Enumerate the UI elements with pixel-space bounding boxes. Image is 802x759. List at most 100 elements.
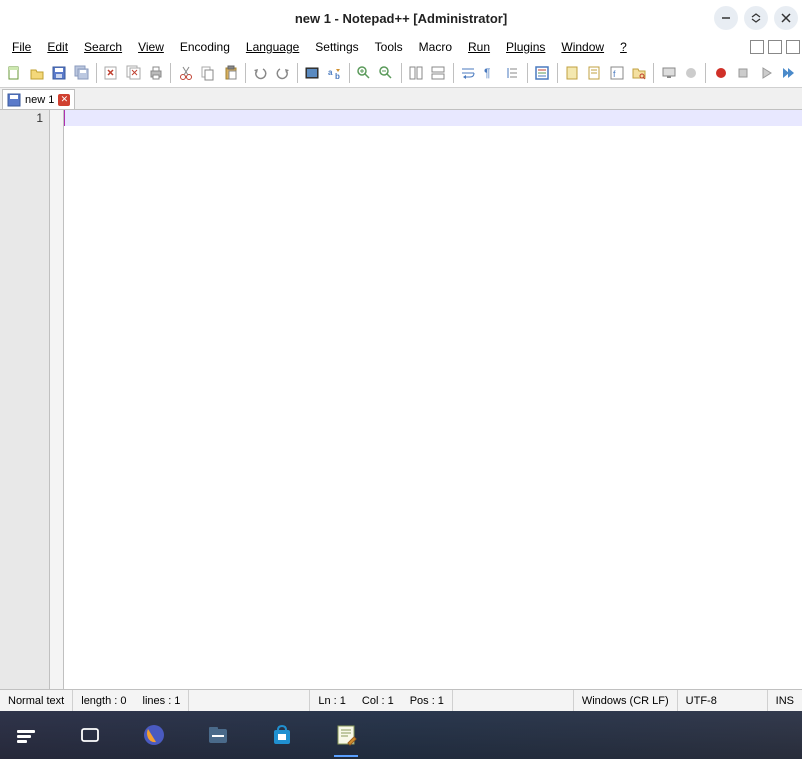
macro-stop-icon[interactable] (733, 62, 754, 84)
fold-margin[interactable] (50, 110, 64, 689)
status-pos: Pos : 1 (402, 690, 453, 711)
toolbar-separator (349, 63, 350, 83)
tab-label: new 1 (25, 94, 54, 106)
wordwrap-icon[interactable] (458, 62, 479, 84)
close-all-icon[interactable] (123, 62, 144, 84)
menu-language[interactable]: Language (238, 38, 307, 56)
close-button[interactable] (774, 6, 798, 30)
zoom-out-icon[interactable] (376, 62, 397, 84)
line-number: 1 (6, 110, 43, 126)
undo-icon[interactable] (250, 62, 271, 84)
start-menu-icon[interactable] (10, 719, 42, 751)
status-filetype[interactable]: Normal text (0, 690, 73, 711)
doc-map-icon[interactable] (561, 62, 582, 84)
menu-settings[interactable]: Settings (307, 38, 366, 56)
os-taskbar (0, 711, 802, 759)
svg-text:b: b (335, 72, 340, 81)
doc-list-icon[interactable] (584, 62, 605, 84)
close-file-icon[interactable] (101, 62, 122, 84)
line-number-gutter[interactable]: 1 (0, 110, 50, 689)
maximize-button[interactable] (744, 6, 768, 30)
toolbar-separator (453, 63, 454, 83)
macro-play-icon[interactable] (755, 62, 776, 84)
find-icon[interactable] (302, 62, 323, 84)
save-all-icon[interactable] (72, 62, 93, 84)
udl-icon[interactable] (532, 62, 553, 84)
menu-encoding[interactable]: Encoding (172, 38, 238, 56)
cut-icon[interactable] (175, 62, 196, 84)
menu-window[interactable]: Window (553, 38, 612, 56)
statusbar: Normal text length : 0 lines : 1 Ln : 1 … (0, 689, 802, 711)
menu-view[interactable]: View (130, 38, 172, 56)
toolbar-separator (705, 63, 706, 83)
toolbar-separator (170, 63, 171, 83)
menu-help[interactable]: ? (612, 38, 635, 56)
files-icon[interactable] (202, 719, 234, 751)
toolbar-separator (557, 63, 558, 83)
store-icon[interactable] (266, 719, 298, 751)
titlebar: new 1 - Notepad++ [Administrator] (0, 0, 802, 36)
tab-close-icon[interactable]: ✕ (58, 94, 70, 106)
copy-icon[interactable] (198, 62, 219, 84)
status-ln: Ln : 1 (309, 690, 354, 711)
menu-edit[interactable]: Edit (39, 38, 76, 56)
notepadpp-taskbar-icon[interactable] (330, 719, 362, 751)
status-col: Col : 1 (354, 690, 402, 711)
monitor-icon[interactable] (658, 62, 679, 84)
file-saved-icon (7, 93, 21, 107)
toolbar-separator (96, 63, 97, 83)
toolbar-separator (401, 63, 402, 83)
toolbar-separator (653, 63, 654, 83)
menu-plugins[interactable]: Plugins (498, 38, 553, 56)
status-length: length : 0 (73, 690, 134, 711)
minimize-button[interactable] (714, 6, 738, 30)
doc-minimize-button[interactable] (750, 40, 764, 54)
svg-text:a: a (328, 68, 333, 77)
tabbar: new 1 ✕ (0, 88, 802, 110)
taskview-icon[interactable] (74, 719, 106, 751)
toolbar-separator (527, 63, 528, 83)
menu-macro[interactable]: Macro (411, 38, 460, 56)
save-icon[interactable] (49, 62, 70, 84)
menubar: File Edit Search View Encoding Language … (0, 36, 802, 58)
doc-restore-button[interactable] (768, 40, 782, 54)
window-title: new 1 - Notepad++ [Administrator] (295, 11, 507, 26)
editor-area: 1 (0, 110, 802, 689)
macro-record-icon[interactable] (710, 62, 731, 84)
new-file-icon[interactable] (4, 62, 25, 84)
indent-guide-icon[interactable] (503, 62, 524, 84)
status-lines: lines : 1 (135, 690, 190, 711)
show-all-chars-icon[interactable]: ¶ (480, 62, 501, 84)
status-encoding[interactable]: UTF-8 (678, 690, 768, 711)
menu-search[interactable]: Search (76, 38, 130, 56)
text-editor[interactable] (64, 110, 802, 689)
menu-tools[interactable]: Tools (367, 38, 411, 56)
status-mode[interactable]: INS (768, 690, 802, 711)
menu-run[interactable]: Run (460, 38, 498, 56)
toolbar-separator (245, 63, 246, 83)
folder-workspace-icon[interactable] (629, 62, 650, 84)
zoom-in-icon[interactable] (354, 62, 375, 84)
status-eol[interactable]: Windows (CR LF) (573, 690, 678, 711)
tab-new1[interactable]: new 1 ✕ (2, 89, 75, 109)
svg-text:¶: ¶ (484, 66, 490, 80)
firefox-icon[interactable] (138, 719, 170, 751)
menu-file[interactable]: File (4, 38, 39, 56)
doc-close-button[interactable] (786, 40, 800, 54)
caret (64, 110, 65, 126)
record-disabled-icon[interactable] (681, 62, 702, 84)
paste-icon[interactable] (220, 62, 241, 84)
sync-v-icon[interactable] (406, 62, 427, 84)
macro-play-multi-icon[interactable] (778, 62, 799, 84)
open-file-icon[interactable] (27, 62, 48, 84)
replace-icon[interactable]: ab (324, 62, 345, 84)
redo-icon[interactable] (272, 62, 293, 84)
print-icon[interactable] (146, 62, 167, 84)
current-line-highlight (64, 110, 802, 126)
menubar-window-buttons (750, 40, 800, 54)
window-controls (714, 6, 798, 30)
sync-h-icon[interactable] (428, 62, 449, 84)
toolbar: ab ¶ f (0, 58, 802, 88)
toolbar-separator (297, 63, 298, 83)
func-list-icon[interactable]: f (606, 62, 627, 84)
